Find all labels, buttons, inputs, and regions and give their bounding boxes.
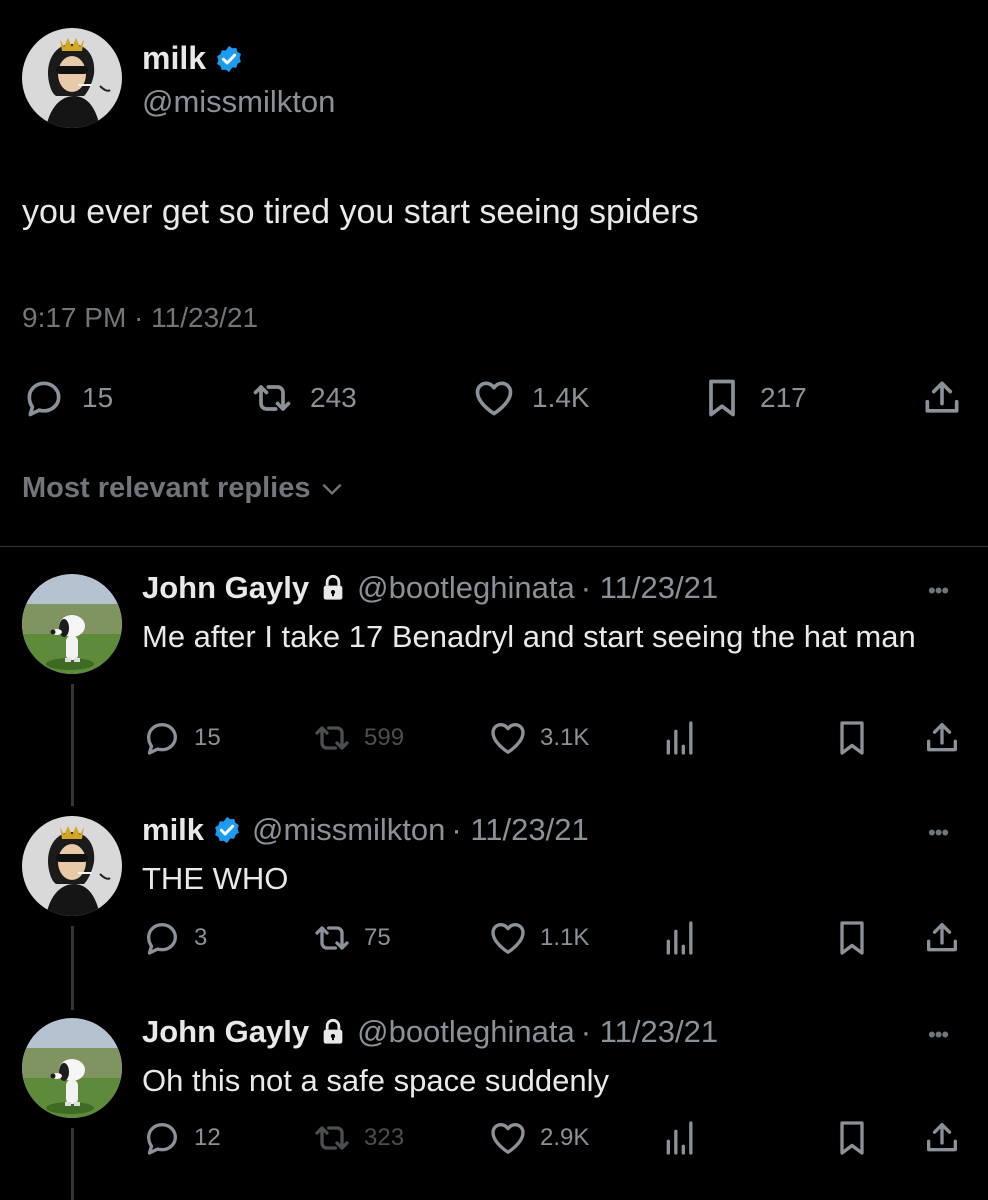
more-options-button[interactable]: •••: [928, 1022, 949, 1048]
reply-author-handle[interactable]: @bootleghinata: [357, 1014, 575, 1050]
like-button[interactable]: 1.1K: [488, 918, 589, 958]
divider: [0, 546, 988, 547]
reply-count: 3: [194, 924, 208, 951]
heart-icon: [488, 718, 528, 758]
like-button[interactable]: 1.4K: [472, 376, 590, 420]
reply-author-name[interactable]: John Gayly: [142, 570, 309, 606]
retweet-count: 323: [364, 1124, 405, 1151]
lock-icon: [319, 1018, 347, 1046]
reply-text: Oh this not a safe space suddenly: [142, 1063, 610, 1098]
reply-icon: [142, 1118, 182, 1158]
reply-avatar[interactable]: [22, 574, 122, 674]
more-options-button[interactable]: •••: [928, 578, 949, 604]
reply-author-handle[interactable]: @bootleghinata: [357, 570, 575, 606]
reply-author-handle[interactable]: @missmilkton: [252, 812, 445, 848]
share-button[interactable]: [922, 918, 962, 958]
more-options-button[interactable]: •••: [928, 820, 949, 846]
reply-button[interactable]: 15: [22, 376, 113, 420]
views-icon: [660, 918, 700, 958]
views-icon: [660, 1118, 700, 1158]
reply-date[interactable]: · 11/23/21: [581, 1014, 718, 1050]
bookmark-icon: [700, 376, 744, 420]
retweet-count: 599: [364, 724, 405, 751]
reply-icon: [142, 718, 182, 758]
reply-date[interactable]: · 11/23/21: [581, 570, 718, 606]
reply-date[interactable]: · 11/23/21: [451, 812, 588, 848]
like-count: 1.1K: [540, 924, 590, 951]
tweet-text: you ever get so tired you start seeing s…: [22, 193, 699, 231]
retweet-count: 75: [364, 924, 391, 951]
like-count: 2.9K: [540, 1124, 590, 1151]
reply-button[interactable]: 12: [142, 1118, 221, 1158]
retweet-button[interactable]: 243: [250, 376, 357, 420]
bookmark-button[interactable]: [832, 918, 872, 958]
bookmark-button[interactable]: [832, 1118, 872, 1158]
views-button[interactable]: [660, 918, 700, 958]
like-button[interactable]: 2.9K: [488, 1118, 589, 1158]
replies-sort-dropdown[interactable]: Most relevant replies: [22, 472, 345, 505]
author-avatar[interactable]: [22, 28, 122, 128]
share-icon: [920, 376, 964, 420]
retweet-button[interactable]: 75: [312, 918, 391, 958]
reply-text: THE WHO: [142, 861, 289, 896]
like-button[interactable]: 3.1K: [488, 718, 589, 758]
views-icon: [660, 718, 700, 758]
share-button[interactable]: [920, 376, 964, 420]
chevron-down-icon: [321, 483, 342, 495]
bookmark-count: 217: [760, 382, 807, 413]
share-button[interactable]: [922, 718, 962, 758]
reply-author-name[interactable]: milk: [142, 812, 204, 848]
retweet-icon: [312, 1118, 352, 1158]
retweet-icon: [250, 376, 294, 420]
author-name[interactable]: milk: [142, 40, 206, 77]
heart-icon: [472, 376, 516, 420]
views-button[interactable]: [660, 718, 700, 758]
reply-button[interactable]: 3: [142, 918, 207, 958]
lock-icon: [319, 574, 347, 602]
thread-line: [71, 684, 74, 806]
heart-icon: [488, 1118, 528, 1158]
retweet-button[interactable]: 323: [312, 1118, 404, 1158]
reply-avatar[interactable]: [22, 1018, 122, 1118]
retweet-count: 243: [310, 382, 357, 413]
share-icon: [922, 1118, 962, 1158]
like-count: 3.1K: [540, 724, 590, 751]
thread-line: [71, 1128, 74, 1200]
author-name-row[interactable]: milk: [142, 40, 244, 77]
tweet-timestamp[interactable]: 9:17 PM · 11/23/21: [22, 302, 258, 334]
share-icon: [922, 718, 962, 758]
views-button[interactable]: [660, 1118, 700, 1158]
reply-text: Me after I take 17 Benadryl and start se…: [142, 619, 916, 654]
bookmark-icon: [832, 718, 872, 758]
reply-count: 15: [194, 724, 221, 751]
author-handle[interactable]: @missmilkton: [142, 84, 335, 120]
share-icon: [922, 918, 962, 958]
retweet-icon: [312, 918, 352, 958]
reply-icon: [142, 918, 182, 958]
verified-icon: [214, 44, 244, 74]
bookmark-button[interactable]: 217: [700, 376, 807, 420]
bookmark-button[interactable]: [832, 718, 872, 758]
reply-button[interactable]: 15: [142, 718, 221, 758]
reply-count: 15: [82, 382, 114, 413]
thread-line: [71, 926, 74, 1010]
reply-header: milk @missmilkton · 11/23/21: [142, 812, 589, 848]
reply-count: 12: [194, 1124, 221, 1151]
reply-avatar[interactable]: [22, 816, 122, 916]
bookmark-icon: [832, 918, 872, 958]
retweet-icon: [312, 718, 352, 758]
reply-header: John Gayly @bootleghinata · 11/23/21: [142, 1014, 718, 1050]
like-count: 1.4K: [532, 382, 590, 413]
retweet-button[interactable]: 599: [312, 718, 404, 758]
reply-icon: [22, 376, 66, 420]
verified-icon: [212, 815, 242, 845]
reply-author-name[interactable]: John Gayly: [142, 1014, 309, 1050]
heart-icon: [488, 918, 528, 958]
reply-header: John Gayly @bootleghinata · 11/23/21: [142, 570, 718, 606]
replies-sort-label: Most relevant replies: [22, 472, 311, 504]
share-button[interactable]: [922, 1118, 962, 1158]
bookmark-icon: [832, 1118, 872, 1158]
